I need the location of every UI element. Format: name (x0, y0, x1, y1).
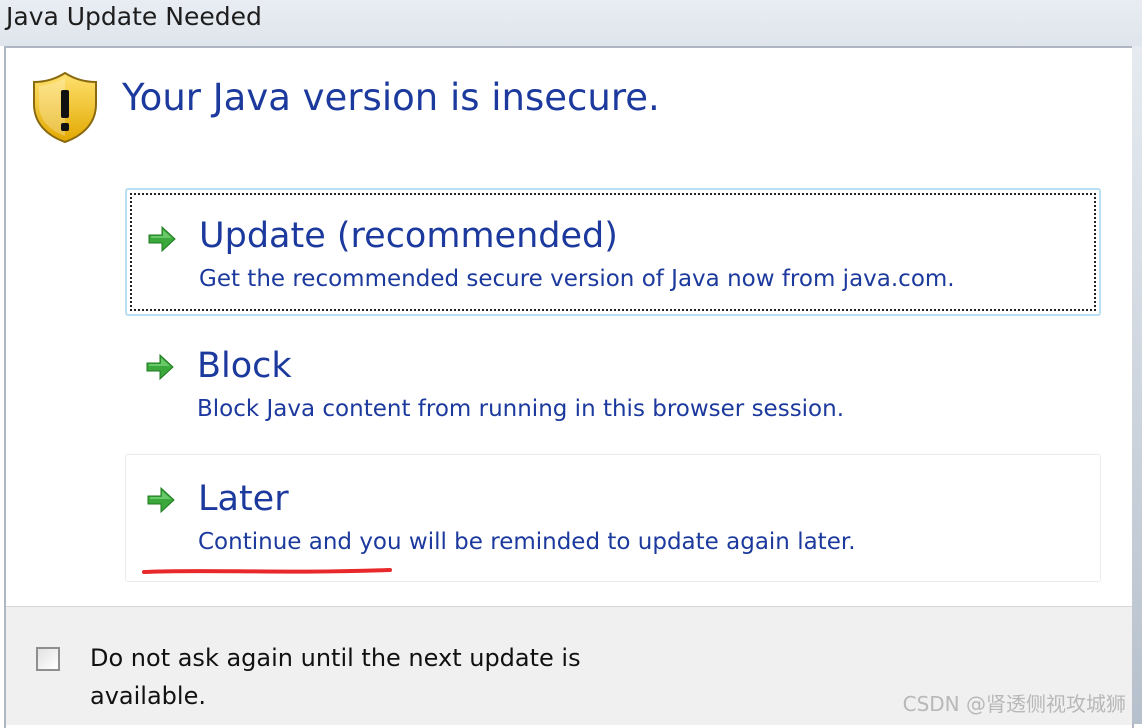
later-option-button[interactable]: Later Continue and you will be reminded … (125, 454, 1101, 582)
dialog-headline: Your Java version is insecure. (122, 76, 660, 119)
option-description: Block Java content from running in this … (197, 396, 845, 422)
window-edge (1132, 46, 1142, 724)
option-description: Get the recommended secure version of Ja… (199, 266, 955, 292)
annotation-underline (142, 568, 392, 574)
green-arrow-icon (148, 225, 176, 253)
window-title: Java Update Needed (6, 2, 262, 31)
watermark: CSDN @肾透侧视攻城狮 (902, 692, 1126, 716)
green-arrow-icon (147, 486, 175, 514)
update-option-button[interactable]: Update (recommended) Get the recommended… (125, 188, 1101, 316)
option-title: Update (recommended) (199, 216, 618, 256)
title-bar: Java Update Needed (0, 0, 1142, 46)
option-description: Continue and you will be reminded to upd… (198, 529, 856, 555)
option-title: Block (197, 346, 292, 386)
checkbox-label: Do not ask again until the next update i… (90, 644, 581, 710)
do-not-ask-checkbox[interactable] (36, 647, 60, 671)
block-option-button[interactable]: Block Block Java content from running in… (125, 320, 1101, 448)
warning-shield-icon (33, 71, 97, 144)
option-title: Later (198, 479, 289, 519)
dialog-footer: Do not ask again until the next update i… (6, 606, 1132, 725)
green-arrow-icon (146, 353, 174, 381)
